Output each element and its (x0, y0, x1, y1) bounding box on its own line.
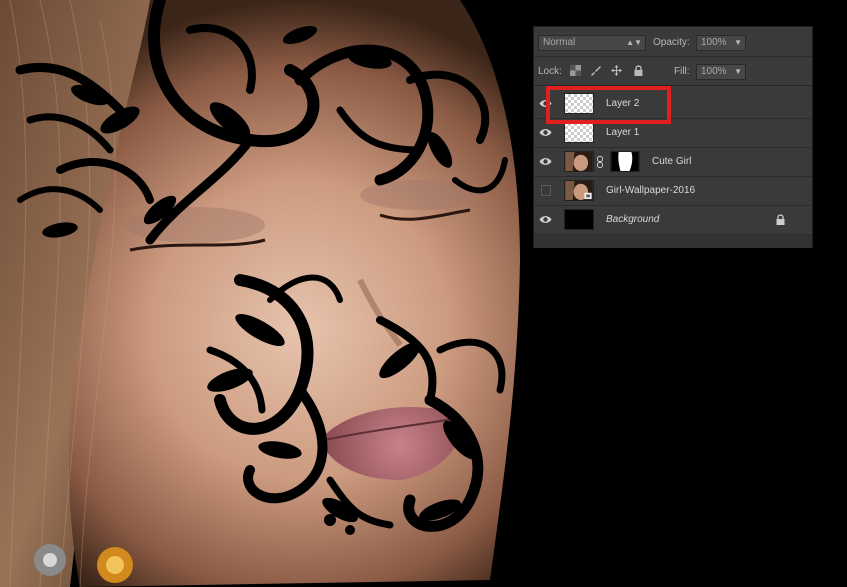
opacity-value: 100% (701, 37, 727, 48)
document-canvas[interactable]: Normal ▲▼ Opacity: 100% ▼ Lock: Fill: 10… (0, 0, 847, 587)
blend-mode-value: Normal (543, 37, 576, 48)
chevron-down-icon: ▼ (734, 38, 742, 47)
chain-link-icon[interactable] (597, 156, 603, 168)
lock-fill-row: Lock: Fill: 100% ▼ (534, 56, 812, 86)
updown-arrow-icon: ▲▼ (626, 38, 642, 47)
lock-all-icon[interactable] (633, 65, 644, 76)
blend-mode-dropdown[interactable]: Normal ▲▼ (538, 35, 646, 51)
layer-name: Girl-Wallpaper-2016 (606, 185, 696, 196)
lock-transparent-pixels-icon[interactable] (570, 65, 581, 76)
eye-icon[interactable] (539, 156, 552, 167)
lock-label: Lock: (538, 66, 562, 77)
blend-opacity-row: Normal ▲▼ Opacity: 100% ▼ (534, 27, 812, 57)
fill-field[interactable]: 100% ▼ (696, 64, 746, 80)
highlight-annotation-box (546, 86, 671, 124)
layer-thumbnail (564, 209, 594, 230)
layer-thumbnail (564, 151, 594, 172)
layer-name: Background (606, 214, 660, 225)
eye-icon[interactable] (539, 214, 552, 225)
opacity-field[interactable]: 100% ▼ (696, 35, 746, 51)
chevron-down-icon: ▼ (734, 67, 742, 76)
opacity-label: Opacity: (653, 37, 690, 48)
layer-row-background[interactable]: Background (534, 206, 812, 235)
lock-position-move-icon[interactable] (611, 65, 622, 76)
visibility-toggle-off[interactable] (541, 185, 551, 196)
lock-image-pixels-brush-icon[interactable] (590, 65, 601, 76)
layer-name: Layer 1 (606, 127, 640, 138)
layer-mask-thumbnail[interactable] (610, 151, 640, 172)
layer-thumbnail (564, 180, 594, 201)
layer-name: Cute Girl (652, 156, 692, 167)
layers-panel: Normal ▲▼ Opacity: 100% ▼ Lock: Fill: 10… (533, 26, 813, 248)
lock-icon (776, 214, 785, 225)
layer-row-cute-girl[interactable]: Cute Girl (534, 148, 812, 177)
fill-value: 100% (701, 66, 727, 77)
fill-label: Fill: (674, 66, 690, 77)
eye-icon[interactable] (539, 127, 552, 138)
layer-row-girl-wallpaper-2016[interactable]: Girl-Wallpaper-2016 (534, 177, 812, 206)
layer-thumbnail (564, 122, 594, 143)
panel-bottom-toolbar (534, 235, 812, 248)
